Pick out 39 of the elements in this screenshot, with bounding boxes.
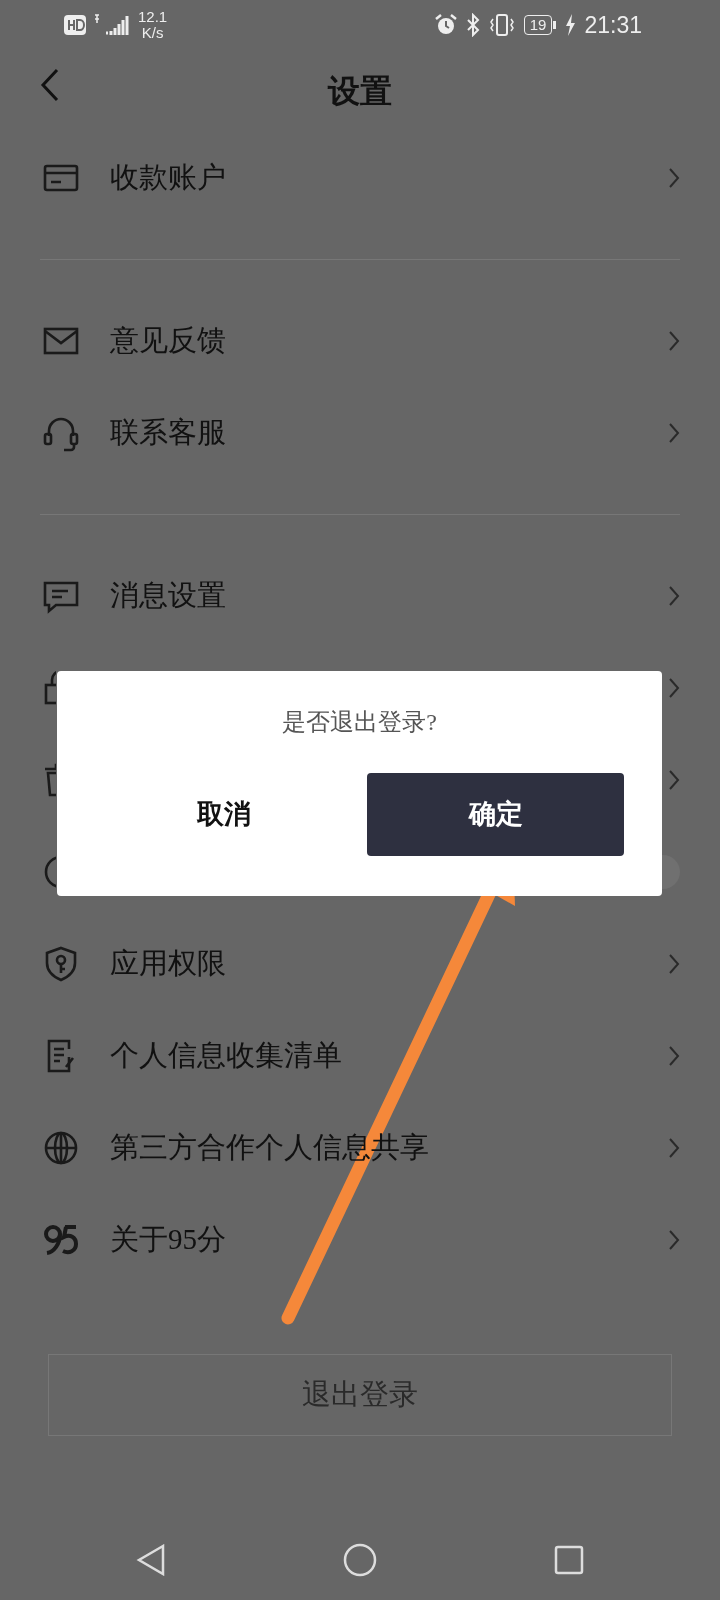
charging-icon — [564, 13, 577, 37]
lock-icon — [42, 669, 56, 707]
settings-item[interactable]: 意见反馈 — [110, 319, 226, 363]
chevron-icon — [668, 677, 680, 699]
toggle-switch[interactable] — [660, 855, 680, 889]
dialog-message: 是否退出登录? — [281, 708, 438, 737]
settings-item[interactable]: 个人信息收集清单 — [110, 1034, 342, 1078]
battery-icon: 19 — [523, 15, 553, 35]
network-unit: K/s — [141, 25, 164, 41]
page-title: 设置 — [328, 72, 392, 111]
clock-time: 21:31 — [584, 10, 642, 40]
recent-apps-icon[interactable] — [553, 1545, 584, 1575]
back-nav-icon[interactable] — [136, 1544, 167, 1576]
chevron-icon — [668, 330, 680, 352]
chevron-icon — [668, 1045, 680, 1067]
settings-item[interactable]: 应用权限 — [110, 942, 226, 986]
settings-item[interactable]: 关于95分 — [110, 1218, 226, 1262]
settings-item[interactable]: 消息设置 — [110, 574, 226, 618]
settings-item[interactable]: 收款账户 — [110, 156, 226, 200]
logout-button[interactable]: 退出登录 — [48, 1354, 672, 1436]
hd-icon — [64, 15, 86, 35]
settings-item[interactable]: 联系客服 — [110, 411, 226, 455]
home-nav-icon[interactable] — [343, 1543, 377, 1577]
chevron-icon — [668, 769, 680, 791]
chevron-icon — [668, 167, 680, 189]
chevron-icon — [668, 585, 680, 607]
chevron-icon — [668, 422, 680, 444]
signal-icon — [94, 13, 130, 37]
chevron-icon — [668, 1137, 680, 1159]
chevron-icon — [668, 953, 680, 975]
globe-icon — [42, 1129, 80, 1167]
back-icon[interactable] — [40, 68, 60, 102]
vibrate-icon — [487, 13, 516, 37]
battery-tip-icon — [553, 21, 557, 29]
confirm-button[interactable]: 确定 — [367, 773, 624, 856]
alarm-icon — [433, 13, 458, 37]
chevron-icon — [668, 1229, 680, 1251]
bluetooth-icon — [465, 13, 480, 37]
network-speed: 12.1 — [138, 9, 168, 25]
